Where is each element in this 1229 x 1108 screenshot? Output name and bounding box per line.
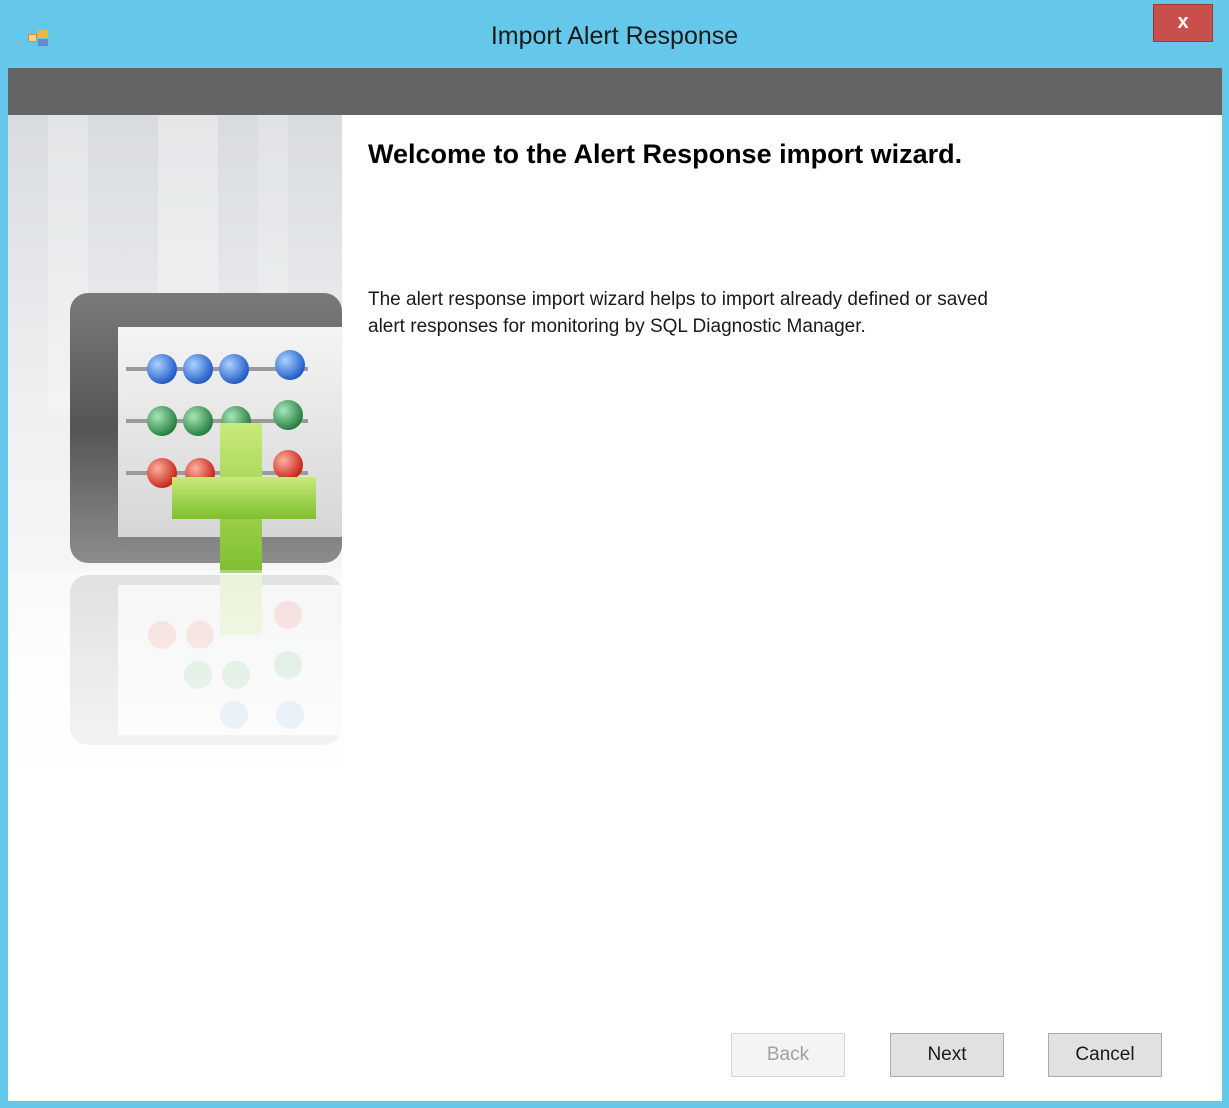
description-line-1: The alert response import wizard helps t… — [368, 289, 988, 310]
wizard-description: The alert response import wizard helps t… — [368, 286, 1188, 340]
back-button[interactable]: Back — [731, 1033, 845, 1077]
cancel-button[interactable]: Cancel — [1048, 1033, 1162, 1077]
wizard-body: Welcome to the Alert Response import wiz… — [8, 115, 1222, 1101]
title-bar[interactable]: Import Alert Response x — [0, 0, 1229, 68]
close-button[interactable]: x — [1153, 4, 1213, 42]
window-title: Import Alert Response — [490, 22, 739, 50]
wizard-header-band — [8, 68, 1222, 115]
abacus-plus-icon — [8, 115, 342, 875]
description-line-2: alert responses for monitoring by SQL Di… — [368, 316, 866, 337]
import-alert-response-window: Import Alert Response x Welcome to the A… — [0, 0, 1229, 1108]
next-button[interactable]: Next — [890, 1033, 1004, 1077]
wizard-heading: Welcome to the Alert Response import wiz… — [368, 139, 963, 169]
wizard-side-panel — [8, 115, 342, 1101]
